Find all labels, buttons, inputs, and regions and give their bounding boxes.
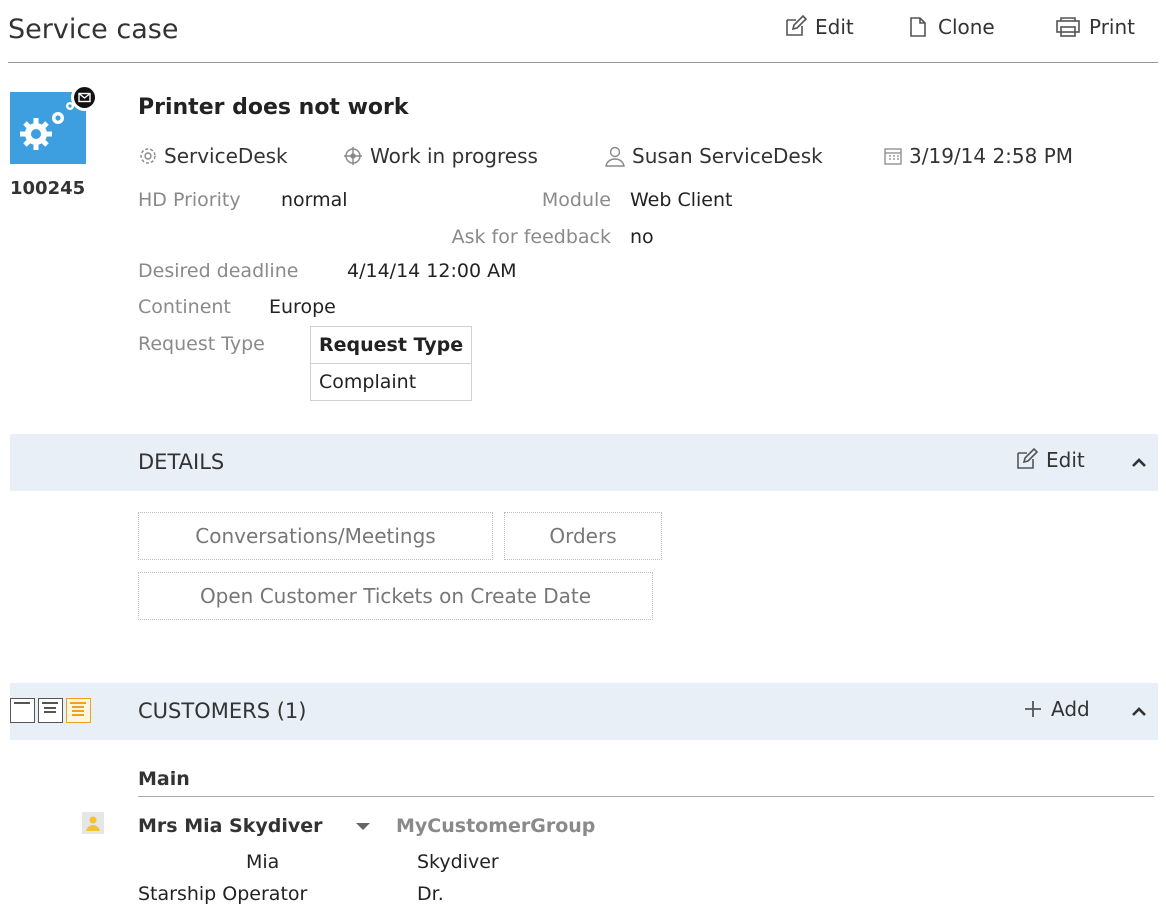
view-compact-icon[interactable] [10,698,35,723]
customer-group-link[interactable]: MyCustomerGroup [396,815,595,837]
user-icon [605,146,625,167]
customer-job: Starship Operator [138,883,308,905]
meta-assignee-label: Susan ServiceDesk [632,144,823,168]
print-button[interactable]: Print [1055,15,1135,39]
continent-label: Continent [138,296,231,318]
view-detail-icon[interactable] [66,698,91,723]
calendar-icon [884,148,902,165]
module-label: Module [541,189,611,211]
add-customer-label: Add [1051,697,1090,721]
details-collapse-button[interactable] [1130,454,1148,473]
customer-group-divider [138,796,1154,797]
case-id: 100245 [10,178,86,199]
details-edit-label: Edit [1046,448,1085,472]
add-customer-button[interactable]: Add [1023,697,1090,721]
edit-label: Edit [815,15,854,39]
meta-datetime: 3/19/14 2:58 PM [883,144,1073,168]
request-type-header: Request Type [309,326,473,364]
clone-button[interactable]: Clone [908,15,995,39]
ask-feedback-label: Ask for feedback [451,226,611,248]
meta-assignee: Susan ServiceDesk [604,144,823,168]
print-icon [1056,17,1080,37]
meta-status-label: Work in progress [370,144,538,168]
mail-badge [71,84,98,111]
print-label: Print [1089,15,1136,39]
hd-priority-label: HD Priority [138,189,241,211]
header-divider [8,62,1158,63]
customer-title: Dr. [417,883,444,905]
edit-icon [1017,448,1038,469]
case-title: Printer does not work [138,95,409,120]
edit-button[interactable]: Edit [783,15,854,39]
customer-avatar-icon [82,812,104,834]
deadline-label: Desired deadline [138,260,299,282]
chevron-up-icon [1132,458,1146,467]
details-section-title: DETAILS [138,450,225,474]
customers-collapse-button[interactable] [1130,703,1148,722]
clone-label: Clone [938,15,995,39]
request-type-label: Request Type [138,333,265,355]
customer-first-name: Mia [246,851,280,873]
deadline-value: 4/14/14 12:00 AM [347,260,517,282]
customers-section-title: CUSTOMERS (1) [138,699,307,723]
edit-icon [786,15,807,36]
view-summary-icon[interactable] [38,698,63,723]
page-title: Service case [8,14,179,45]
request-type-table: Request Type Complaint [309,326,473,401]
request-type-value: Complaint [309,363,473,401]
status-icon [344,147,362,165]
clone-icon [910,17,926,37]
details-edit-button[interactable]: Edit [1014,448,1085,472]
customer-name-link[interactable]: Mrs Mia Skydiver [138,815,323,837]
customer-menu-dropdown-icon[interactable] [356,823,370,830]
meta-desk: ServiceDesk [138,144,288,168]
view-mode-switcher [10,698,91,723]
customer-last-name: Skydiver [417,851,499,873]
mail-icon [78,92,91,103]
module-value: Web Client [630,189,733,211]
open-customer-tickets-button[interactable]: Open Customer Tickets on Create Date [138,572,653,620]
gear-icon [140,148,156,164]
hd-priority-value: normal [281,189,348,211]
ask-feedback-value: no [630,226,654,248]
meta-status: Work in progress [342,144,538,168]
orders-button[interactable]: Orders [504,512,662,560]
meta-datetime-label: 3/19/14 2:58 PM [909,144,1074,168]
continent-value: Europe [269,296,336,318]
meta-desk-label: ServiceDesk [164,144,288,168]
conversations-meetings-button[interactable]: Conversations/Meetings [138,512,493,560]
customer-group-heading: Main [138,768,190,790]
plus-icon [1025,701,1041,717]
chevron-up-icon [1132,707,1146,716]
